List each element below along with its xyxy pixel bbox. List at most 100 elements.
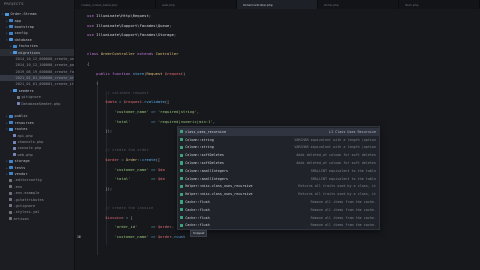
autocomplete-label: Cache::flush xyxy=(185,215,210,220)
folder-icon xyxy=(9,121,13,125)
autocomplete-description: SMALLINT equivalent to the table xyxy=(310,176,376,181)
code-token: validate xyxy=(146,99,165,105)
snippet-icon xyxy=(180,223,184,227)
code-token: // create the invoice xyxy=(105,205,154,210)
file-tree: ▾ Order-Stream ▸ app ▸ bootstrap ▸ config ▾ datab… xyxy=(0,11,75,222)
code-token: use xyxy=(87,13,97,18)
snippet-icon xyxy=(180,153,184,157)
snippet-icon xyxy=(180,169,184,173)
snippet-icon xyxy=(180,184,184,188)
autocomplete-item[interactable]: Cache::flush Remove all items from the ca… xyxy=(178,206,379,214)
folder-icon xyxy=(9,172,13,176)
code-token: ]); xyxy=(87,185,113,191)
editor-tab[interactable]: OrderController.php xyxy=(237,0,318,9)
snippet-icon xyxy=(180,208,184,212)
file-icon xyxy=(9,191,12,195)
code-line: ]); xyxy=(87,128,112,133)
tree-label: bootstrap xyxy=(14,24,34,29)
tree-label: channels.php xyxy=(17,140,44,144)
code-line: use Illuminate\Support\Facades\Storage; xyxy=(87,32,176,37)
tree-label: routes xyxy=(14,127,28,132)
folder-icon xyxy=(13,89,17,93)
tree-label: seeders xyxy=(18,88,34,93)
tree-label: 2021_01_01_000001_create_items_table.php xyxy=(15,82,75,87)
code-token: 'required|numeric|min:1' xyxy=(157,118,213,124)
code-token: $invoice xyxy=(105,214,126,220)
code-token: $order xyxy=(157,233,172,239)
tree-label: DatabaseSeeder.php xyxy=(21,101,61,106)
tab-bar: create_orders_table.php web.php OrderContr… xyxy=(75,0,480,9)
tree-label: Order-Stream xyxy=(10,12,37,17)
editor-tab[interactable]: Order.php xyxy=(318,0,399,9)
code-token: $order xyxy=(157,224,172,230)
code-line: class OrderController extends Controller xyxy=(87,51,178,56)
autocomplete-item[interactable]: Column::string VARCHAR equivalent with a … xyxy=(178,136,379,144)
file-icon xyxy=(13,140,16,144)
code-token: ; xyxy=(173,32,177,38)
code-line: { xyxy=(87,61,89,66)
code-token: => xyxy=(148,233,158,239)
code-token: Request xyxy=(146,70,165,76)
autocomplete-description: Remove all items from the cache. xyxy=(310,223,376,228)
editor-tab[interactable]: create_orders_table.php xyxy=(75,0,156,9)
autocomplete-item[interactable]: Column::smallIntegers SMALLINT equivalent… xyxy=(178,167,379,175)
code-token: { xyxy=(87,80,99,86)
tree-label: app xyxy=(14,18,22,23)
autocomplete-label: Column::softDeletes xyxy=(185,153,224,158)
code-token: create xyxy=(141,157,156,162)
tree-label: .editorconfig xyxy=(13,178,42,183)
autocomplete-description: Remove all items from the cache. xyxy=(310,207,376,212)
snippet-icon xyxy=(180,130,184,134)
tree-label: vendor xyxy=(14,171,28,176)
autocomplete-item[interactable]: Helper::misc-class_uses_recursive Returns… xyxy=(178,183,379,191)
code-token: 'customer_name' xyxy=(114,109,149,114)
autocomplete-item[interactable]: Cache::flush Remove all items from the ca… xyxy=(178,198,379,206)
code-token: Illuminate\Support\Facades\Storage xyxy=(96,32,174,38)
code-token: use xyxy=(87,22,97,28)
autocomplete-item[interactable]: class_uses_recursive LI Class Uses Recurs… xyxy=(178,128,379,136)
code-token: ) xyxy=(183,70,186,76)
tree-label: storage xyxy=(14,159,30,164)
autocomplete-item[interactable]: Column::softDeletes Adds deleted_at colum… xyxy=(178,151,379,159)
snippet-icon xyxy=(180,177,184,181)
autocomplete-item[interactable]: Column::string VARCHAR equivalent with a … xyxy=(178,144,379,152)
tree-label: .env.example xyxy=(13,191,40,196)
folder-icon xyxy=(9,25,13,29)
tree-label: .gitignore xyxy=(13,203,36,208)
editor-tab[interactable]: Item.php xyxy=(399,0,480,9)
autocomplete-label: Cache::flush xyxy=(185,223,210,228)
tree-label: console.php xyxy=(17,146,42,151)
autocomplete-label: Column::softDeletes xyxy=(185,160,224,165)
code-line: $order = Order::create([ xyxy=(87,157,160,162)
code-token: => xyxy=(137,224,158,230)
autocomplete-description: Adds deleted_at column for soft deletes xyxy=(296,160,376,165)
autocomplete-item[interactable]: Column::softDeletes Adds deleted_at colum… xyxy=(178,159,379,167)
code-token: public function xyxy=(96,70,133,76)
code-token: $order xyxy=(105,157,122,162)
editor-tab[interactable]: web.php xyxy=(156,0,237,9)
autocomplete-item[interactable]: Cache::flush Remove all items from the ca… xyxy=(178,222,379,230)
tree-file[interactable]: artisan xyxy=(0,216,74,222)
autocomplete-popup: class_uses_recursive LI Class Uses Recurs… xyxy=(177,126,380,230)
code-token: 'total' xyxy=(114,176,131,182)
snippet-icon xyxy=(180,145,184,149)
autocomplete-item[interactable]: Helper::misc-class_uses_recursive Returns… xyxy=(178,190,379,198)
code-line: 'customer_name' => $da xyxy=(87,167,164,172)
autocomplete-item[interactable]: Column::smallIntegers SMALLINT equivalent… xyxy=(178,175,379,183)
snippet-icon xyxy=(180,216,184,220)
line-gutter: 16 xyxy=(75,9,85,270)
folder-icon xyxy=(13,44,17,48)
code-token: ([ xyxy=(155,157,161,162)
code-token: Controller xyxy=(155,51,179,57)
file-icon xyxy=(9,178,12,182)
snippet-icon xyxy=(180,200,184,204)
code-token: Order xyxy=(125,157,138,162)
tree-label: migrations xyxy=(18,50,41,55)
file-icon xyxy=(9,185,12,189)
autocomplete-item[interactable]: Cache::flush Remove all items from the ca… xyxy=(178,214,379,222)
